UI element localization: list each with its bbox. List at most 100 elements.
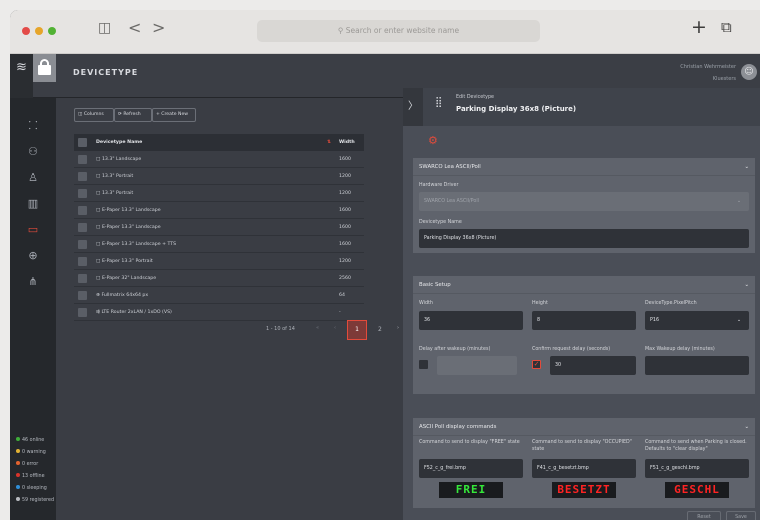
row-checkbox[interactable]	[78, 308, 87, 317]
sidebar-device-icon[interactable]: ▥	[23, 194, 43, 214]
table-header: Devicetype Name ⇅ Width	[74, 134, 364, 151]
device-icon: □	[96, 157, 101, 162]
closed-command-input[interactable]: F51_c_g_geschl.bmp	[645, 459, 749, 478]
sidebar-toggle-icon[interactable]: ◫	[98, 20, 111, 36]
row-checkbox[interactable]	[78, 240, 87, 249]
reset-button[interactable]: Reset	[687, 511, 721, 520]
sidebar-user-settings-icon[interactable]: ♙	[23, 168, 43, 188]
confirm-delay-checkbox[interactable]: ✓	[532, 360, 541, 369]
prev-page-button[interactable]: ‹	[334, 325, 336, 331]
table-row[interactable]: □ E-Paper 13.3" Landscape 1600	[74, 219, 364, 236]
tab-overview-icon[interactable]: ⧉	[721, 18, 732, 36]
table-row[interactable]: □ E-Paper 13.3" Landscape 1600	[74, 202, 364, 219]
sidebar-grid-icon[interactable]: ⸬	[23, 116, 43, 136]
columns-button[interactable]: ◫ Columns	[74, 108, 114, 122]
column-header-width[interactable]: Width	[339, 134, 355, 151]
row-checkbox[interactable]	[78, 291, 87, 300]
gear-icon[interactable]: ⚙	[428, 134, 438, 147]
row-checkbox[interactable]	[78, 223, 87, 232]
basic-setup-section: Basic Setup ⌄ Width 36 Height 8 DeviceTyp…	[413, 276, 755, 394]
row-checkbox[interactable]	[78, 206, 87, 215]
devicetype-width: 64	[339, 293, 345, 298]
collapse-chevron-icon[interactable]: ⌄	[744, 418, 749, 436]
page-2-button[interactable]: 2	[378, 326, 382, 333]
devicetype-width: 1200	[339, 191, 351, 196]
hardware-driver-select[interactable]: SWARCO Lea ASCII/Poll ⌄	[419, 192, 749, 211]
sidebar-globe-icon[interactable]: ⊕	[23, 246, 43, 266]
pixel-pitch-select[interactable]: P16 ⌄	[645, 311, 749, 330]
collapse-panel-button[interactable]: 〉	[403, 88, 423, 126]
new-tab-icon[interactable]: +	[691, 16, 707, 38]
row-checkbox[interactable]	[78, 172, 87, 181]
devicetype-width: 1600	[339, 242, 351, 247]
avatar-icon[interactable]: ☺	[741, 64, 757, 80]
select-all-checkbox[interactable]	[78, 138, 87, 147]
devicetype-width: 1600	[339, 225, 351, 230]
table-row[interactable]: □ 13.3" Portrait 1200	[74, 168, 364, 185]
device-icon: □	[96, 259, 101, 264]
hardware-section-header[interactable]: SWARCO Lea ASCII/Poll ⌄	[413, 158, 755, 176]
page-1-button[interactable]: 1	[347, 320, 367, 340]
first-page-button[interactable]: «	[316, 325, 319, 331]
max-wakeup-input[interactable]	[645, 356, 749, 375]
hardware-section: SWARCO Lea ASCII/Poll ⌄ Hardware Driver S…	[413, 158, 755, 253]
collapse-chevron-icon[interactable]: ⌄	[744, 158, 749, 176]
status-warning: 0 warning	[16, 449, 46, 455]
row-checkbox[interactable]	[78, 257, 87, 266]
router-icon: ⇶	[96, 310, 100, 315]
address-bar[interactable]: ⚲ Search or enter website name	[257, 20, 540, 42]
table-row[interactable]: □ 13.3" Portrait 1200	[74, 185, 364, 202]
collapse-chevron-icon[interactable]: ⌄	[744, 276, 749, 294]
table-row[interactable]: ⊕ Fullmatrix 64x64 px 64	[74, 287, 364, 304]
device-icon: □	[96, 242, 101, 247]
minimize-window-button[interactable]	[35, 27, 43, 35]
column-header-name[interactable]: Devicetype Name	[96, 134, 142, 151]
occupied-command-input[interactable]: F41_c_g_besetzt.bmp	[532, 459, 636, 478]
user-name: Christian Wehrmeister	[680, 64, 736, 70]
back-icon[interactable]: <	[128, 18, 141, 37]
height-label: Height	[532, 301, 548, 306]
status-error: 0 error	[16, 461, 38, 467]
height-input[interactable]: 8	[532, 311, 636, 330]
table-row[interactable]: ⇶ LTE Router 2xLAN / 1xDO (VS) -	[74, 304, 364, 321]
row-checkbox[interactable]	[78, 155, 87, 164]
devicetype-width: 1200	[339, 259, 351, 264]
main-content: ◫ Columns ⟳ Refresh + Create New Devicet…	[56, 88, 760, 520]
panel-subtitle: Edit Devicetype	[456, 95, 494, 100]
status-offline: 13 offline	[16, 473, 45, 479]
sort-icon[interactable]: ⇅	[327, 134, 331, 151]
save-button[interactable]: Save	[726, 511, 756, 520]
basic-setup-section-header[interactable]: Basic Setup ⌄	[413, 276, 755, 294]
device-icon: □	[96, 225, 101, 230]
maximize-window-button[interactable]	[48, 27, 56, 35]
status-error-dot	[16, 461, 20, 465]
devicetype-name: 13.3" Portrait	[101, 174, 134, 179]
ascii-commands-section-header[interactable]: ASCII Poll display commands ⌄	[413, 418, 755, 436]
search-icon: ⚲	[337, 26, 346, 35]
lock-icon[interactable]	[33, 54, 56, 82]
table-row[interactable]: □ 13.3" Landscape 1600	[74, 151, 364, 168]
forward-icon[interactable]: >	[152, 18, 165, 37]
free-command-input[interactable]: F52_c_g_frei.bmp	[419, 459, 523, 478]
create-new-button[interactable]: + Create New	[152, 108, 196, 122]
sidebar: ⸬ ⚇ ♙ ▥ ▭ ⊕ ⋔ 46 online 0 warning 0 erro…	[10, 98, 56, 520]
table-row[interactable]: □ E-Paper 32" Landscape 2560	[74, 270, 364, 287]
devicetype-name-input[interactable]: Parking Display 36x8 (Picture)	[419, 229, 749, 248]
next-page-button[interactable]: ›	[397, 325, 399, 331]
confirm-delay-input[interactable]: 30	[550, 356, 636, 375]
table-row[interactable]: □ E-Paper 13.3" Portrait 1200	[74, 253, 364, 270]
delay-after-wakeup-checkbox[interactable]	[419, 360, 428, 369]
devicetype-name: E-Paper 13.3" Landscape	[101, 208, 161, 213]
sidebar-network-icon[interactable]: ⋔	[23, 272, 43, 292]
close-window-button[interactable]	[22, 27, 30, 35]
sidebar-devicetype-icon[interactable]: ▭	[23, 220, 43, 240]
row-checkbox[interactable]	[78, 189, 87, 198]
width-input[interactable]: 36	[419, 311, 523, 330]
status-online: 46 online	[16, 437, 44, 443]
row-checkbox[interactable]	[78, 274, 87, 283]
panel-header: 〉 ⣿ Edit Devicetype Parking Display 36x8…	[403, 88, 760, 126]
sidebar-users-icon[interactable]: ⚇	[23, 142, 43, 162]
refresh-button[interactable]: ⟳ Refresh	[114, 108, 152, 122]
table-row[interactable]: □ E-Paper 13.3" Landscape + TTS 1600	[74, 236, 364, 253]
delay-after-wakeup-input[interactable]	[437, 356, 517, 375]
